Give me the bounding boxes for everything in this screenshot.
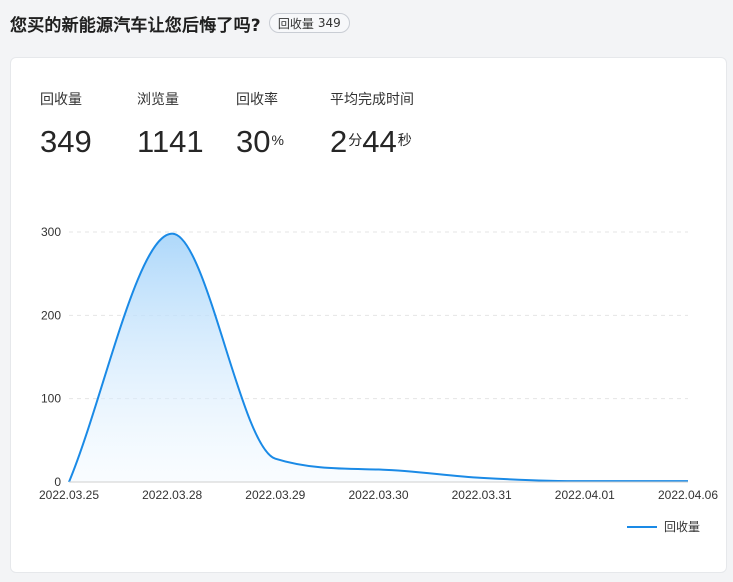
area-fill — [69, 233, 688, 482]
survey-title: 您买的新能源汽车让您后悔了吗? — [10, 15, 261, 36]
y-tick-label: 0 — [54, 475, 61, 489]
badge-label: 回收量 — [277, 16, 314, 31]
header: 您买的新能源汽车让您后悔了吗? 回收量 349 — [10, 10, 350, 36]
data-point[interactable] — [377, 468, 381, 472]
y-tick-label: 200 — [41, 308, 61, 322]
x-tick-label: 2022.03.31 — [452, 488, 512, 502]
legend-swatch — [627, 525, 657, 528]
data-point[interactable] — [480, 476, 484, 480]
x-tick-label: 2022.03.30 — [348, 488, 408, 502]
legend-label: 回收量 — [664, 520, 701, 534]
data-point[interactable] — [273, 457, 277, 461]
collected-badge[interactable]: 回收量 349 — [268, 13, 350, 33]
x-tick-label: 2022.03.29 — [245, 488, 305, 502]
x-tick-label: 2022.04.06 — [658, 488, 718, 502]
stats-card: 回收量 349 浏览量 1141 回收率 30% 平均完成时间 2分44秒 01… — [10, 57, 727, 573]
y-tick-label: 300 — [41, 225, 61, 239]
x-tick-label: 2022.04.01 — [555, 488, 615, 502]
y-tick-label: 100 — [41, 392, 61, 406]
chart: 0 100 200 300 2022.03.25 2022.03.28 2022.03.29… — [39, 225, 718, 502]
badge-value: 349 — [317, 16, 341, 30]
data-point[interactable] — [686, 479, 690, 483]
chart-legend[interactable]: 回收量 — [627, 518, 700, 535]
x-tick-label: 2022.03.25 — [39, 488, 99, 502]
x-tick-label: 2022.03.28 — [142, 488, 202, 502]
data-point[interactable] — [583, 479, 587, 483]
data-point[interactable] — [170, 232, 174, 236]
